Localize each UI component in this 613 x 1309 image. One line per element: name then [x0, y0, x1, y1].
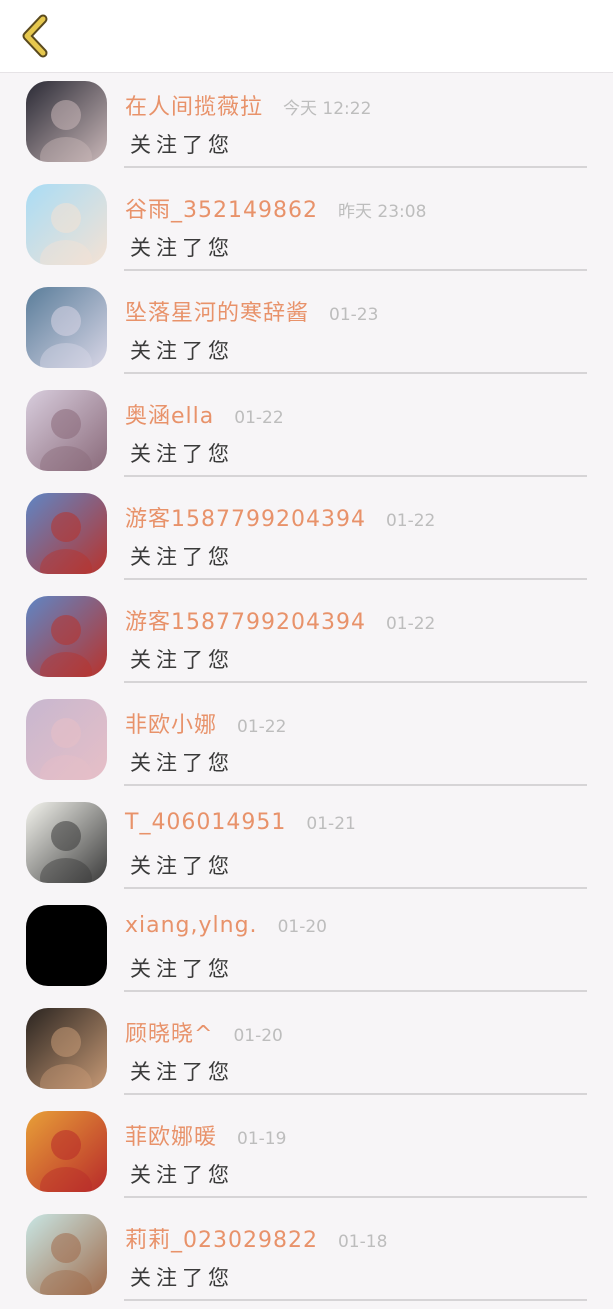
action-text: 关注了您: [130, 545, 234, 569]
user-name[interactable]: T_406014951: [125, 810, 286, 835]
list-item[interactable]: 游客1587799204394 01-22 关注了您: [0, 485, 613, 588]
timestamp: 01-23: [329, 305, 379, 325]
list-item[interactable]: 在人间揽薇拉 今天 12:22 关注了您: [0, 73, 613, 176]
timestamp: 昨天 23:08: [337, 202, 427, 222]
user-name[interactable]: 莉莉_023029822: [125, 1222, 318, 1254]
list-item[interactable]: 莉莉_023029822 01-18 关注了您: [0, 1206, 613, 1309]
timestamp: 01-18: [337, 1232, 388, 1252]
name-line: 菲欧娜暖 01-19: [125, 1119, 286, 1151]
action-text: 关注了您: [130, 133, 234, 157]
avatar[interactable]: [26, 1111, 107, 1192]
user-name[interactable]: 坠落星河的寒辞酱: [125, 295, 309, 327]
divider: [124, 475, 587, 477]
timestamp: 01-19: [237, 1129, 287, 1149]
name-line: 游客1587799204394 01-22: [125, 604, 435, 636]
name-line: 顾晓晓^ 01-20: [125, 1016, 283, 1048]
divider: [124, 166, 587, 168]
action-text: 关注了您: [130, 1060, 234, 1084]
divider: [124, 1299, 587, 1301]
timestamp: 今天 12:22: [283, 99, 372, 119]
user-name[interactable]: 谷雨_352149862: [125, 192, 318, 224]
avatar[interactable]: [26, 287, 107, 368]
name-line: xiang,ylng. 01-20: [125, 913, 327, 945]
divider: [124, 578, 587, 580]
avatar[interactable]: [26, 184, 107, 265]
user-name[interactable]: 游客1587799204394: [125, 501, 366, 533]
avatar[interactable]: [26, 390, 107, 471]
user-name[interactable]: 游客1587799204394: [125, 604, 366, 636]
timestamp: 01-21: [306, 814, 356, 834]
action-text: 关注了您: [130, 236, 234, 260]
avatar[interactable]: [26, 1008, 107, 1089]
timestamp: 01-20: [277, 917, 327, 937]
chevron-left-icon: [22, 14, 48, 58]
action-text: 关注了您: [130, 751, 234, 775]
name-line: T_406014951 01-21: [125, 810, 356, 842]
user-name[interactable]: xiang,ylng.: [125, 913, 258, 938]
name-line: 谷雨_352149862 昨天 23:08: [125, 192, 426, 224]
timestamp: 01-20: [233, 1026, 283, 1046]
list-item[interactable]: xiang,ylng. 01-20 关注了您: [0, 897, 613, 1000]
avatar[interactable]: [26, 81, 107, 162]
timestamp: 01-22: [234, 408, 284, 428]
list-item[interactable]: 顾晓晓^ 01-20 关注了您: [0, 1000, 613, 1103]
action-text: 关注了您: [130, 854, 234, 878]
avatar[interactable]: [26, 802, 107, 883]
action-text: 关注了您: [130, 648, 234, 672]
list-item[interactable]: 菲欧娜暖 01-19 关注了您: [0, 1103, 613, 1206]
avatar[interactable]: [26, 1214, 107, 1295]
list-item[interactable]: 谷雨_352149862 昨天 23:08 关注了您: [0, 176, 613, 279]
name-line: 非欧小娜 01-22: [125, 707, 286, 739]
divider: [124, 887, 587, 889]
timestamp: 01-22: [385, 511, 436, 531]
user-name[interactable]: 菲欧娜暖: [125, 1119, 217, 1151]
divider: [124, 1196, 587, 1198]
name-line: 在人间揽薇拉 今天 12:22: [125, 89, 371, 121]
back-button[interactable]: [12, 10, 56, 62]
user-name[interactable]: 非欧小娜: [125, 707, 217, 739]
divider: [124, 681, 587, 683]
divider: [124, 269, 587, 271]
name-line: 坠落星河的寒辞酱 01-23: [125, 295, 378, 327]
divider: [124, 990, 587, 992]
notification-list: 在人间揽薇拉 今天 12:22 关注了您 谷雨_352149862 昨天 23:08 关注…: [0, 73, 613, 1309]
divider: [124, 1093, 587, 1095]
action-text: 关注了您: [130, 1266, 234, 1290]
action-text: 关注了您: [130, 957, 234, 981]
list-item[interactable]: T_406014951 01-21 关注了您: [0, 794, 613, 897]
list-item[interactable]: 坠落星河的寒辞酱 01-23 关注了您: [0, 279, 613, 382]
name-line: 莉莉_023029822 01-18: [125, 1222, 387, 1254]
avatar[interactable]: [26, 493, 107, 574]
name-line: 游客1587799204394 01-22: [125, 501, 435, 533]
list-item[interactable]: 非欧小娜 01-22 关注了您: [0, 691, 613, 794]
user-name[interactable]: 奥涵ella: [125, 398, 214, 430]
divider: [124, 372, 587, 374]
user-name[interactable]: 顾晓晓^: [125, 1016, 213, 1048]
divider: [124, 784, 587, 786]
timestamp: 01-22: [385, 614, 436, 634]
user-name[interactable]: 在人间揽薇拉: [125, 89, 263, 121]
avatar[interactable]: [26, 596, 107, 677]
avatar[interactable]: [26, 699, 107, 780]
list-item[interactable]: 游客1587799204394 01-22 关注了您: [0, 588, 613, 691]
top-bar: [0, 0, 613, 73]
timestamp: 01-22: [237, 717, 287, 737]
action-text: 关注了您: [130, 442, 234, 466]
name-line: 奥涵ella 01-22: [125, 398, 284, 430]
action-text: 关注了您: [130, 339, 234, 363]
list-item[interactable]: 奥涵ella 01-22 关注了您: [0, 382, 613, 485]
action-text: 关注了您: [130, 1163, 234, 1187]
avatar[interactable]: [26, 905, 107, 986]
